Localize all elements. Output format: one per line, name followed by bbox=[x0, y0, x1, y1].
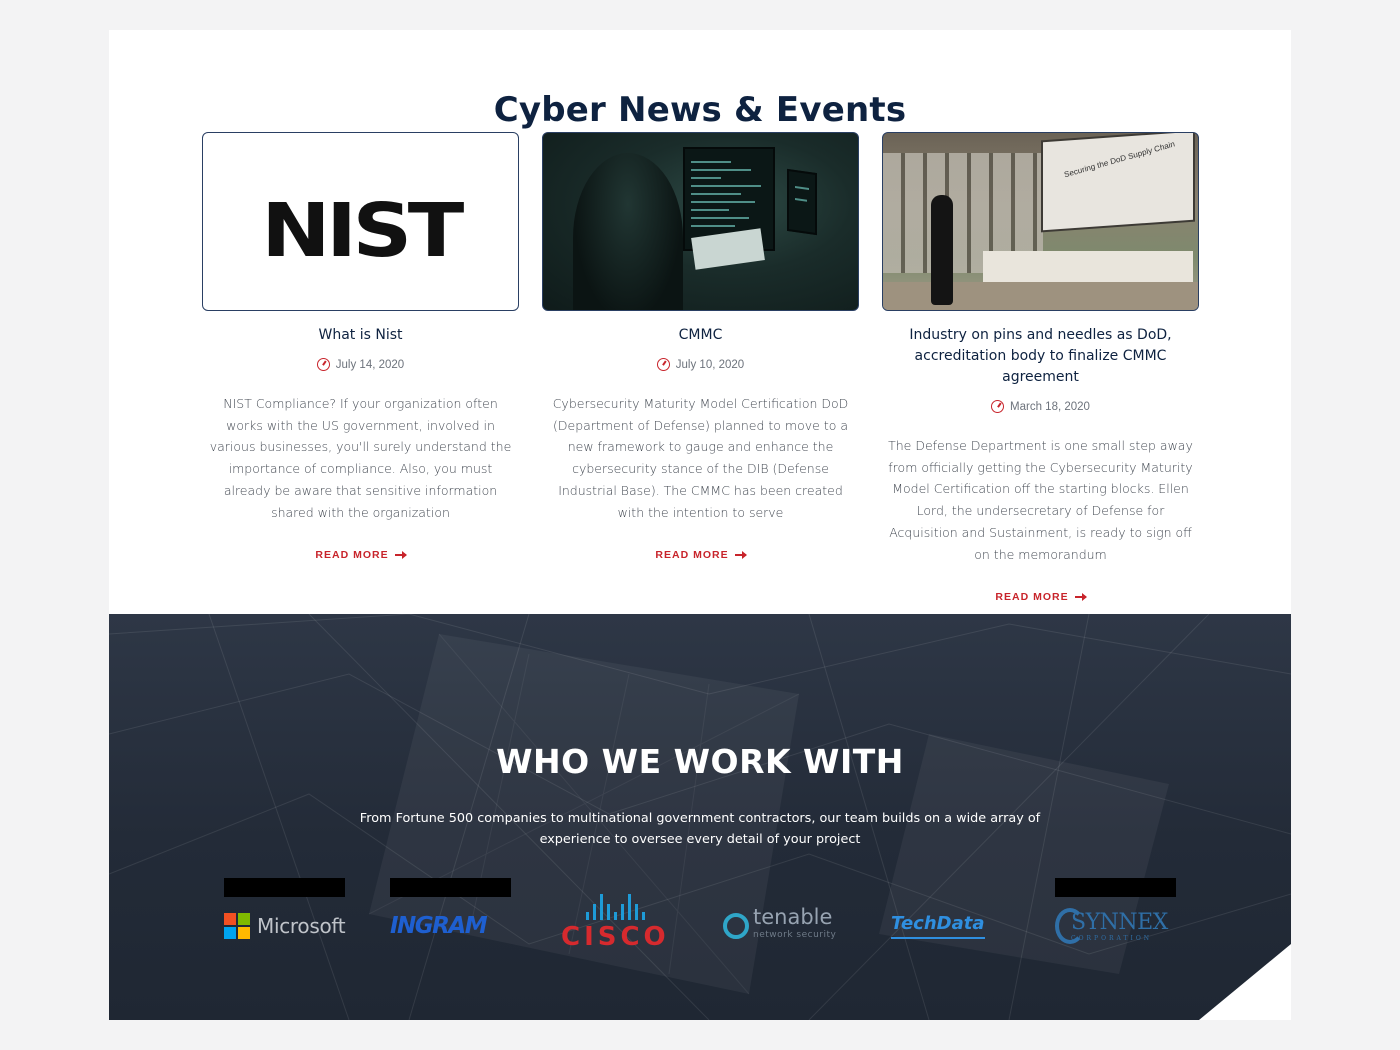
news-card-title[interactable]: What is Nist bbox=[202, 325, 519, 346]
ingram-logo[interactable]: INGRAM bbox=[390, 906, 488, 946]
news-card-image[interactable]: NIST bbox=[202, 132, 519, 311]
news-card-cmmc: CMMC July 10, 2020 Cybersecurity Maturit… bbox=[542, 132, 859, 563]
techdata-logo[interactable]: TechData bbox=[891, 911, 985, 939]
arrow-right-icon bbox=[734, 551, 747, 560]
clock-icon bbox=[656, 358, 670, 371]
clock-icon bbox=[991, 400, 1005, 413]
partners-section: WHO WE WORK WITH From Fortune 500 compan… bbox=[109, 614, 1291, 1020]
cisco-logo[interactable]: CISCO bbox=[561, 892, 670, 952]
synnex-logo-subtext: CORPORATION bbox=[1071, 935, 1153, 942]
synnex-logo-text: SYNNEX bbox=[1071, 910, 1168, 935]
read-more-label: READ MORE bbox=[995, 591, 1069, 604]
logo-redaction-bar bbox=[1055, 878, 1176, 897]
date-text: July 14, 2020 bbox=[335, 358, 405, 371]
ingram-logo-text: INGRAM bbox=[390, 913, 488, 939]
clock-icon bbox=[316, 358, 330, 371]
news-card-nist: NIST What is Nist July 14, 2020 NIST Com… bbox=[202, 132, 519, 563]
arrow-right-icon bbox=[1074, 593, 1087, 602]
read-more-label: READ MORE bbox=[315, 549, 389, 562]
projector-screen: Securing the DoD Supply Chain bbox=[1043, 133, 1193, 231]
read-more-link[interactable]: READ MORE bbox=[315, 549, 407, 562]
arrow-right-icon bbox=[394, 551, 407, 560]
cisco-logo-text: CISCO bbox=[561, 922, 670, 952]
partners-description: From Fortune 500 companies to multinatio… bbox=[359, 811, 1041, 847]
news-card-excerpt: Cybersecurity Maturity Model Certificati… bbox=[552, 396, 849, 520]
logo-redaction-bar bbox=[390, 878, 511, 897]
news-card-title[interactable]: CMMC bbox=[542, 325, 859, 346]
page-frame: Cyber News & Events NIST What is Nist Ju… bbox=[109, 30, 1291, 1020]
logo-redaction-bar bbox=[224, 878, 345, 897]
tenable-logo-subtext: network security bbox=[753, 930, 837, 940]
read-more-label: READ MORE bbox=[655, 549, 729, 562]
microsoft-logo-text: Microsoft bbox=[257, 914, 346, 938]
techdata-logo-text: TechData bbox=[891, 912, 985, 934]
screen-text: Securing the DoD Supply Chain bbox=[1063, 139, 1176, 180]
read-more-link[interactable]: READ MORE bbox=[995, 591, 1087, 604]
news-card-title[interactable]: Industry on pins and needles as DoD, acc… bbox=[882, 325, 1199, 388]
microsoft-logo[interactable]: Microsoft bbox=[224, 906, 346, 946]
speaker-silhouette bbox=[931, 195, 953, 305]
date-text: July 10, 2020 bbox=[675, 358, 745, 371]
news-card-date: March 18, 2020 bbox=[882, 400, 1199, 413]
monitor-graphic bbox=[787, 168, 817, 236]
news-card-excerpt: NIST Compliance? If your organization of… bbox=[209, 396, 512, 520]
date-text: March 18, 2020 bbox=[1010, 400, 1090, 413]
tenable-ring-icon bbox=[723, 913, 749, 939]
news-card-date: July 14, 2020 bbox=[202, 358, 519, 371]
synnex-logo[interactable]: SYNNEX CORPORATION bbox=[1055, 906, 1168, 946]
person-silhouette bbox=[573, 153, 683, 310]
news-card-image[interactable] bbox=[542, 132, 859, 311]
news-section-title: Cyber News & Events bbox=[493, 90, 907, 130]
news-card-image[interactable]: Securing the DoD Supply Chain bbox=[882, 132, 1199, 311]
tenable-logo[interactable]: tenable network security bbox=[723, 906, 836, 946]
section-corner-cut bbox=[1199, 944, 1291, 1020]
read-more-link[interactable]: READ MORE bbox=[655, 549, 747, 562]
nist-logo: NIST bbox=[261, 188, 464, 274]
cisco-bars-icon bbox=[585, 892, 645, 920]
partners-title: WHO WE WORK WITH bbox=[496, 742, 904, 781]
news-card-date: July 10, 2020 bbox=[542, 358, 859, 371]
microsoft-grid-icon bbox=[224, 913, 250, 939]
news-card-industry: Securing the DoD Supply Chain Industry o… bbox=[882, 132, 1199, 605]
news-card-excerpt: The Defense Department is one small step… bbox=[888, 438, 1193, 562]
